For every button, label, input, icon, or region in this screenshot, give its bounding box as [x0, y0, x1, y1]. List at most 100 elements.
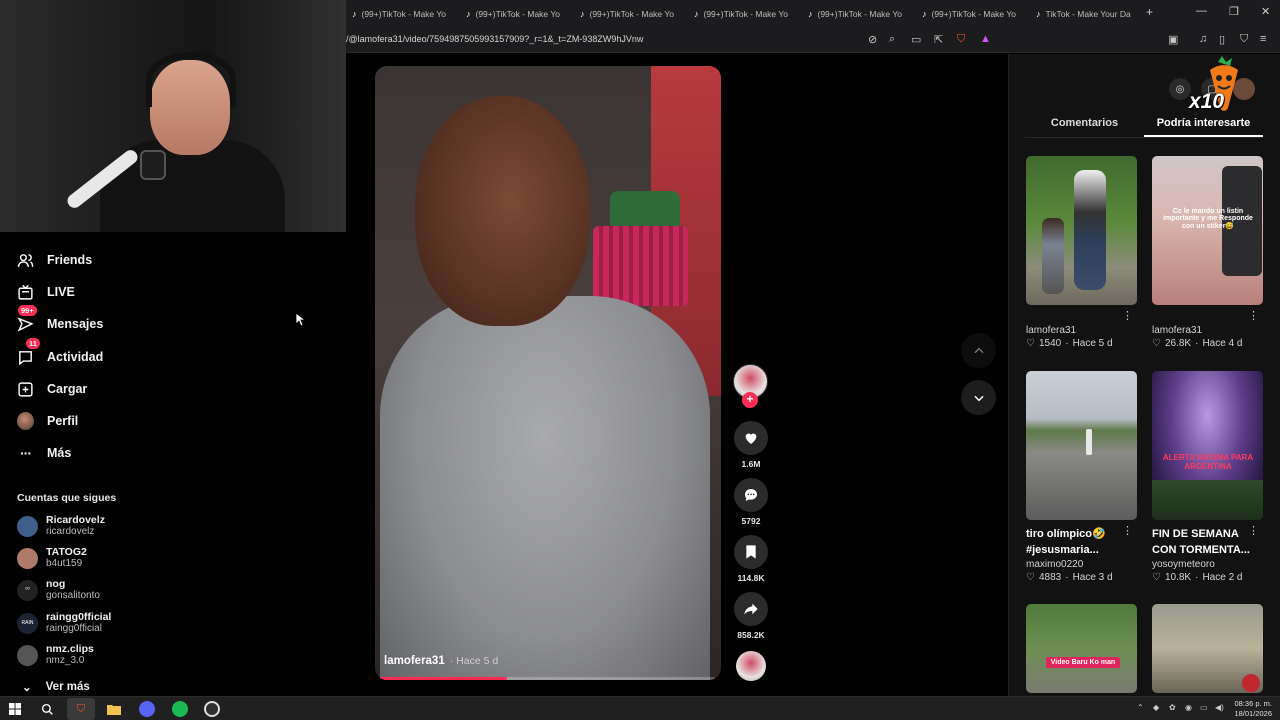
tray-chevron-icon[interactable]: ⌃ [1137, 703, 1144, 712]
screen: ♪ (99+)TikTok - Make Yo ♪ (99+)TikTok - Ma… [0, 0, 1280, 720]
heart-outline-icon: ♡ [1026, 572, 1035, 583]
close-window-icon[interactable]: ✕ [1261, 5, 1270, 18]
separator-dot: · [1195, 338, 1199, 349]
nav-friends[interactable]: Friends [17, 247, 92, 273]
following-item[interactable]: ᵒᵒ nog gonsalitonto [17, 576, 100, 604]
chevron-down-icon: ⌄ [22, 682, 32, 694]
video-thumbnail [1026, 371, 1137, 520]
multiplier-badge: x10 [1189, 90, 1225, 113]
panel-tabs: Comentarios Podría interesarte [1025, 112, 1263, 138]
browser-tab[interactable]: ♪ (99+)TikTok - Make Yo [808, 4, 912, 23]
nav-label: Mensajes [47, 317, 104, 331]
comment-button[interactable]: 5792 [734, 478, 768, 526]
brave-browser-icon[interactable]: ⛉ [72, 700, 90, 718]
suggested-video-card[interactable]: Cc le mando un listin importante y me Re… [1152, 156, 1263, 349]
card-author: lamofera31 [1026, 325, 1077, 336]
extensions-icon[interactable]: ▯ [1219, 33, 1225, 46]
following-item[interactable]: nmz.clips nmz_3.0 [17, 641, 94, 669]
following-handle: raingg0fficial [46, 623, 102, 634]
suggested-video-card[interactable]: ALERTA MÁXIMA PARA ARGENTINA ⋮ FIN DE SE… [1152, 371, 1263, 583]
tray-app-icon[interactable]: ✿ [1169, 703, 1176, 712]
new-tab-button[interactable]: + [1146, 5, 1153, 19]
card-more-icon[interactable]: ⋮ [1122, 524, 1133, 537]
share-icon[interactable]: ⇱ [934, 33, 943, 46]
brave-rewards-icon[interactable]: ▲ [980, 33, 991, 45]
browser-tab-active[interactable]: ♪ TikTok - Make Your Da [1036, 4, 1140, 23]
url-field[interactable]: /@lamofera31/video/7594987505993157909?_… [346, 34, 643, 44]
minimize-icon[interactable]: — [1196, 5, 1207, 17]
following-item[interactable]: Ricardovelz ricardovelz [17, 512, 105, 540]
nav-messages[interactable]: Mensajes 99+ [17, 305, 104, 337]
network-icon[interactable]: ▭ [1200, 703, 1208, 712]
see-more-label: Ver más [45, 681, 90, 693]
nav-activity[interactable]: Actividad 11 [17, 338, 103, 370]
following-names: TATOG2 b4ut159 [46, 546, 87, 570]
like-button[interactable]: 1.6M [734, 421, 768, 469]
separator-dot: · [1195, 572, 1199, 583]
card-more-icon[interactable]: ⋮ [1122, 309, 1133, 322]
nav-profile[interactable]: Perfil [17, 408, 78, 434]
tab-label: (99+)TikTok - Make Yo [475, 8, 561, 19]
vpn-icon[interactable]: ⛉ [1240, 33, 1248, 46]
discord-icon[interactable] [138, 700, 156, 718]
following-name: raingg0fficial [46, 611, 112, 623]
follow-plus-icon[interactable]: + [742, 392, 758, 408]
tab-label: TikTok - Make Your Da [1045, 8, 1131, 19]
following-item[interactable]: TATOG2 b4ut159 [17, 544, 87, 572]
browser-tab[interactable]: ♪ (99+)TikTok - Make Yo [580, 4, 684, 23]
browser-tab[interactable]: ♪ (99+)TikTok - Make Yo [466, 4, 570, 23]
previous-video-button[interactable] [961, 333, 996, 368]
separator-dot: · [1065, 338, 1069, 349]
next-video-button[interactable] [961, 380, 996, 415]
see-more-link[interactable]: ⌄ Ver más [22, 680, 90, 694]
video-thumbnail: ALERTA MÁXIMA PARA ARGENTINA [1152, 371, 1263, 520]
tray-app-icon[interactable]: ◉ [1185, 703, 1192, 712]
browser-tab[interactable]: ♪ (99+)TikTok - Make Yo [922, 4, 1026, 23]
video-author[interactable]: lamofera31 [384, 655, 445, 667]
share-button[interactable]: 858.2K [734, 592, 768, 640]
tab-suggested[interactable]: Podría interesarte [1144, 112, 1263, 137]
save-button[interactable]: 114.8K [734, 535, 768, 583]
video-progress-bar[interactable] [379, 677, 715, 680]
search-icon[interactable] [38, 700, 56, 718]
browser-tab[interactable]: ♪ (99+)TikTok - Make Yo [694, 4, 798, 23]
card-stats: ♡ 1540 · Hace 5 d [1026, 338, 1137, 349]
tab-label: (99+)TikTok - Make Yo [589, 8, 675, 19]
card-author: maximo0220 [1026, 559, 1084, 570]
suggested-video-card[interactable]: ⋮ tiro olímpico🤣 #jesusmaria... maximo02… [1026, 371, 1137, 583]
sidebar-toggle-icon[interactable]: ▣ [1168, 33, 1178, 46]
menu-icon[interactable]: ≡ [1260, 33, 1266, 45]
nav-more[interactable]: ··· Más [17, 440, 71, 466]
volume-icon[interactable]: ◀) [1215, 703, 1224, 712]
windows-start-icon[interactable] [6, 700, 24, 718]
no-translate-icon[interactable]: ⊘ [868, 33, 877, 46]
system-clock[interactable]: 08:36 p. m. 18/01/2026 [1234, 699, 1272, 719]
spotify-icon[interactable] [171, 700, 189, 718]
restore-icon[interactable]: ❐ [1229, 5, 1239, 18]
following-item[interactable]: RAIN raingg0fficial raingg0fficial [17, 609, 111, 637]
tray-app-icon[interactable]: ◆ [1153, 703, 1159, 712]
browser-tab[interactable]: ♪ (99+)TikTok - Make Yo [352, 4, 456, 23]
suggested-video-card[interactable]: ⋮ lamofera31 ♡ 1540 · Hace 5 d [1026, 156, 1137, 349]
card-more-icon[interactable]: ⋮ [1248, 524, 1259, 537]
nav-upload[interactable]: Cargar [17, 376, 87, 402]
sound-disc-icon[interactable] [736, 651, 766, 681]
file-explorer-icon[interactable] [105, 700, 123, 718]
cast-icon[interactable]: ▭ [911, 33, 921, 46]
suggested-video-card[interactable]: Video Baru Ko man [1026, 604, 1137, 693]
zoom-icon[interactable]: ⌕ [889, 33, 895, 46]
card-more-icon[interactable]: ⋮ [1248, 309, 1259, 322]
obs-icon[interactable] [203, 700, 221, 718]
comment-count: 5792 [741, 516, 761, 526]
video-player[interactable]: lamofera31 · Hace 5 d [375, 66, 721, 680]
profile-icon [17, 412, 34, 430]
video-thumbnail [1026, 156, 1137, 305]
nav-live[interactable]: LIVE [17, 279, 75, 305]
suggested-video-card[interactable] [1152, 604, 1263, 693]
tab-comments[interactable]: Comentarios [1025, 112, 1144, 137]
media-icon[interactable]: ♫ [1199, 33, 1207, 45]
avatar [17, 547, 38, 569]
compass-icon[interactable]: ◎ [1169, 78, 1191, 100]
heart-outline-icon: ♡ [1152, 338, 1161, 349]
brave-shield-icon[interactable]: ⛉ [957, 33, 965, 46]
